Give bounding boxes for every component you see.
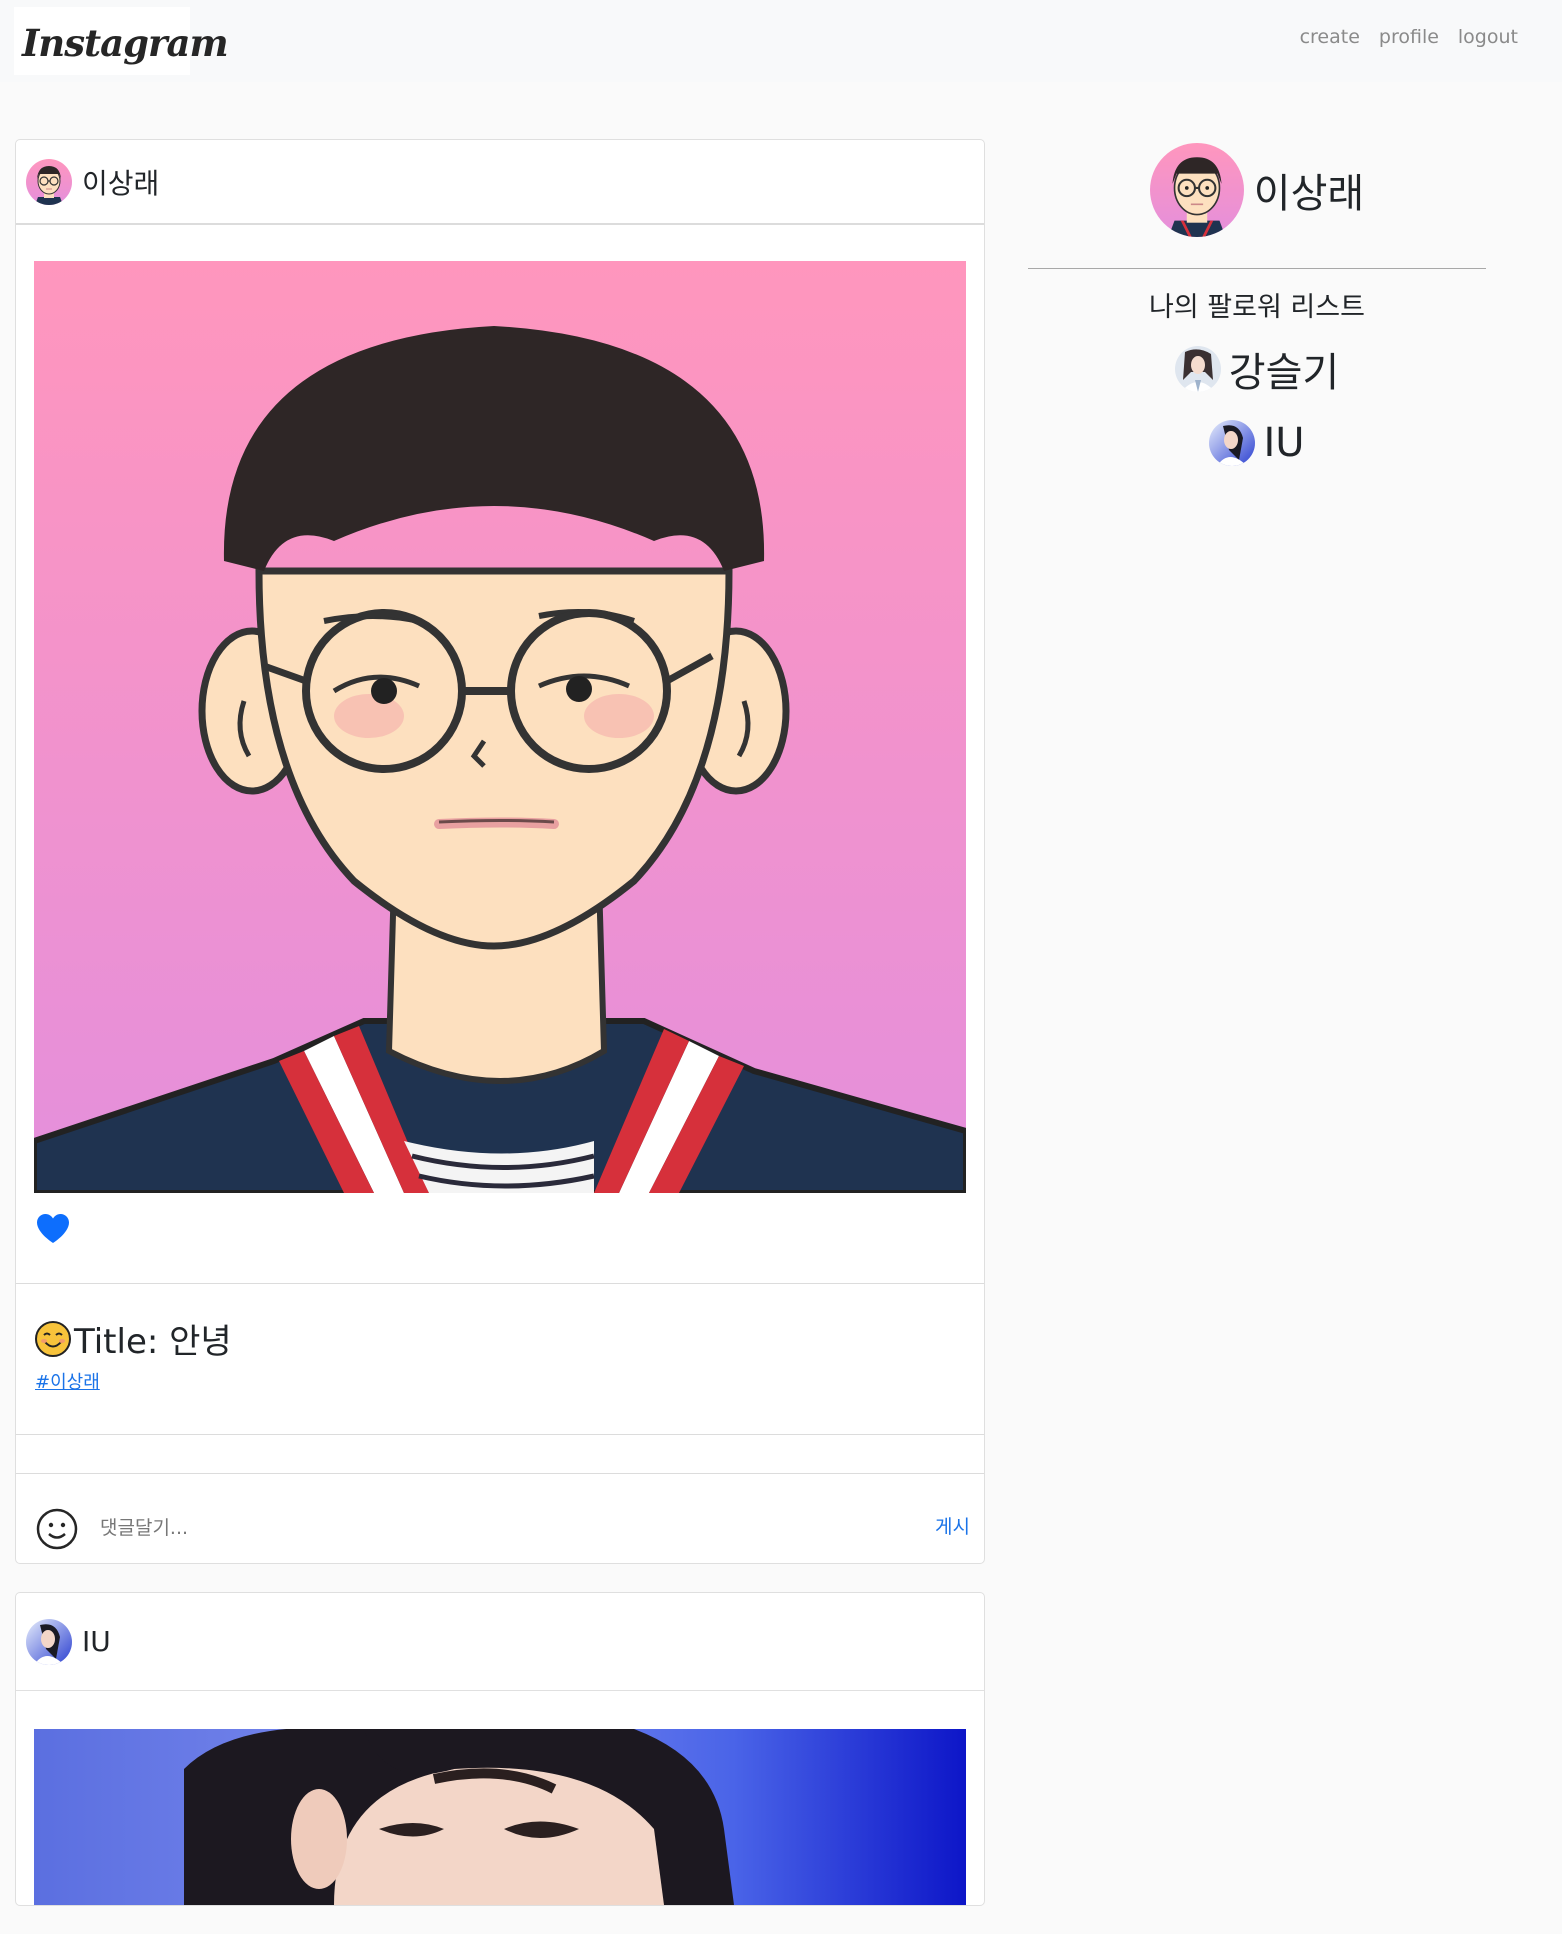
post-caption: Title: 안녕 #이상래 bbox=[16, 1284, 984, 1434]
comment-input[interactable] bbox=[98, 1512, 882, 1544]
post-image[interactable] bbox=[34, 261, 966, 1193]
follower-name[interactable]: 강슬기 bbox=[1229, 340, 1339, 398]
post-comment-button[interactable]: 게시 bbox=[935, 1512, 970, 1539]
my-avatar[interactable] bbox=[1149, 143, 1244, 237]
instagram-logo: Instagram bbox=[22, 21, 229, 65]
likes-bar bbox=[16, 1193, 984, 1283]
logout-link[interactable]: logout bbox=[1458, 26, 1518, 48]
follower-name[interactable]: IU bbox=[1263, 420, 1304, 466]
heart-icon[interactable] bbox=[36, 1213, 70, 1245]
post-card: 이상래 Title: 안녕 #이상래 댓글달기... 게시 bbox=[15, 139, 985, 1564]
sidebar-divider bbox=[1028, 268, 1486, 269]
post-header: 이상래 bbox=[16, 140, 984, 225]
profile-link[interactable]: profile bbox=[1379, 26, 1439, 48]
logo-link[interactable]: Instagram bbox=[14, 7, 229, 75]
author-avatar[interactable] bbox=[26, 1618, 72, 1665]
hashtag-link[interactable]: #이상래 bbox=[35, 1368, 100, 1394]
create-link[interactable]: create bbox=[1300, 26, 1360, 48]
post-title: Title: 안녕 bbox=[74, 1322, 232, 1362]
follower-avatar[interactable] bbox=[1209, 420, 1256, 466]
my-profile: 이상래 bbox=[1028, 140, 1486, 240]
my-name[interactable]: 이상래 bbox=[1254, 161, 1364, 219]
follower-item[interactable]: IU bbox=[1028, 420, 1486, 466]
post-author-name[interactable]: IU bbox=[82, 1625, 111, 1658]
profile-sidebar: 이상래 나의 팔로워 리스트 강슬기 IU bbox=[1028, 140, 1486, 466]
emoji-picker-icon[interactable] bbox=[36, 1508, 78, 1550]
post-image-area bbox=[16, 225, 984, 1193]
post-card: IU bbox=[15, 1592, 985, 1906]
post-author-name[interactable]: 이상래 bbox=[82, 162, 159, 202]
feed: 이상래 Title: 안녕 #이상래 댓글달기... 게시 IU bbox=[15, 139, 985, 1934]
post-image[interactable] bbox=[34, 1729, 966, 1905]
nav-links: create profile logout bbox=[1300, 26, 1518, 48]
follower-avatar[interactable] bbox=[1174, 346, 1221, 392]
comment-form: 게시 bbox=[16, 1473, 984, 1563]
post-image-area bbox=[16, 1691, 984, 1905]
smile-emoji-icon bbox=[35, 1320, 71, 1357]
follower-item[interactable]: 강슬기 bbox=[1028, 340, 1486, 398]
post-header: IU bbox=[16, 1593, 984, 1691]
post-title-row: Title: 안녕 bbox=[34, 1314, 232, 1363]
comments-list bbox=[16, 1434, 984, 1473]
author-avatar[interactable] bbox=[26, 158, 72, 205]
follower-list-title: 나의 팔로워 리스트 bbox=[1149, 292, 1365, 323]
top-navbar: Instagram create profile logout bbox=[0, 0, 1562, 82]
